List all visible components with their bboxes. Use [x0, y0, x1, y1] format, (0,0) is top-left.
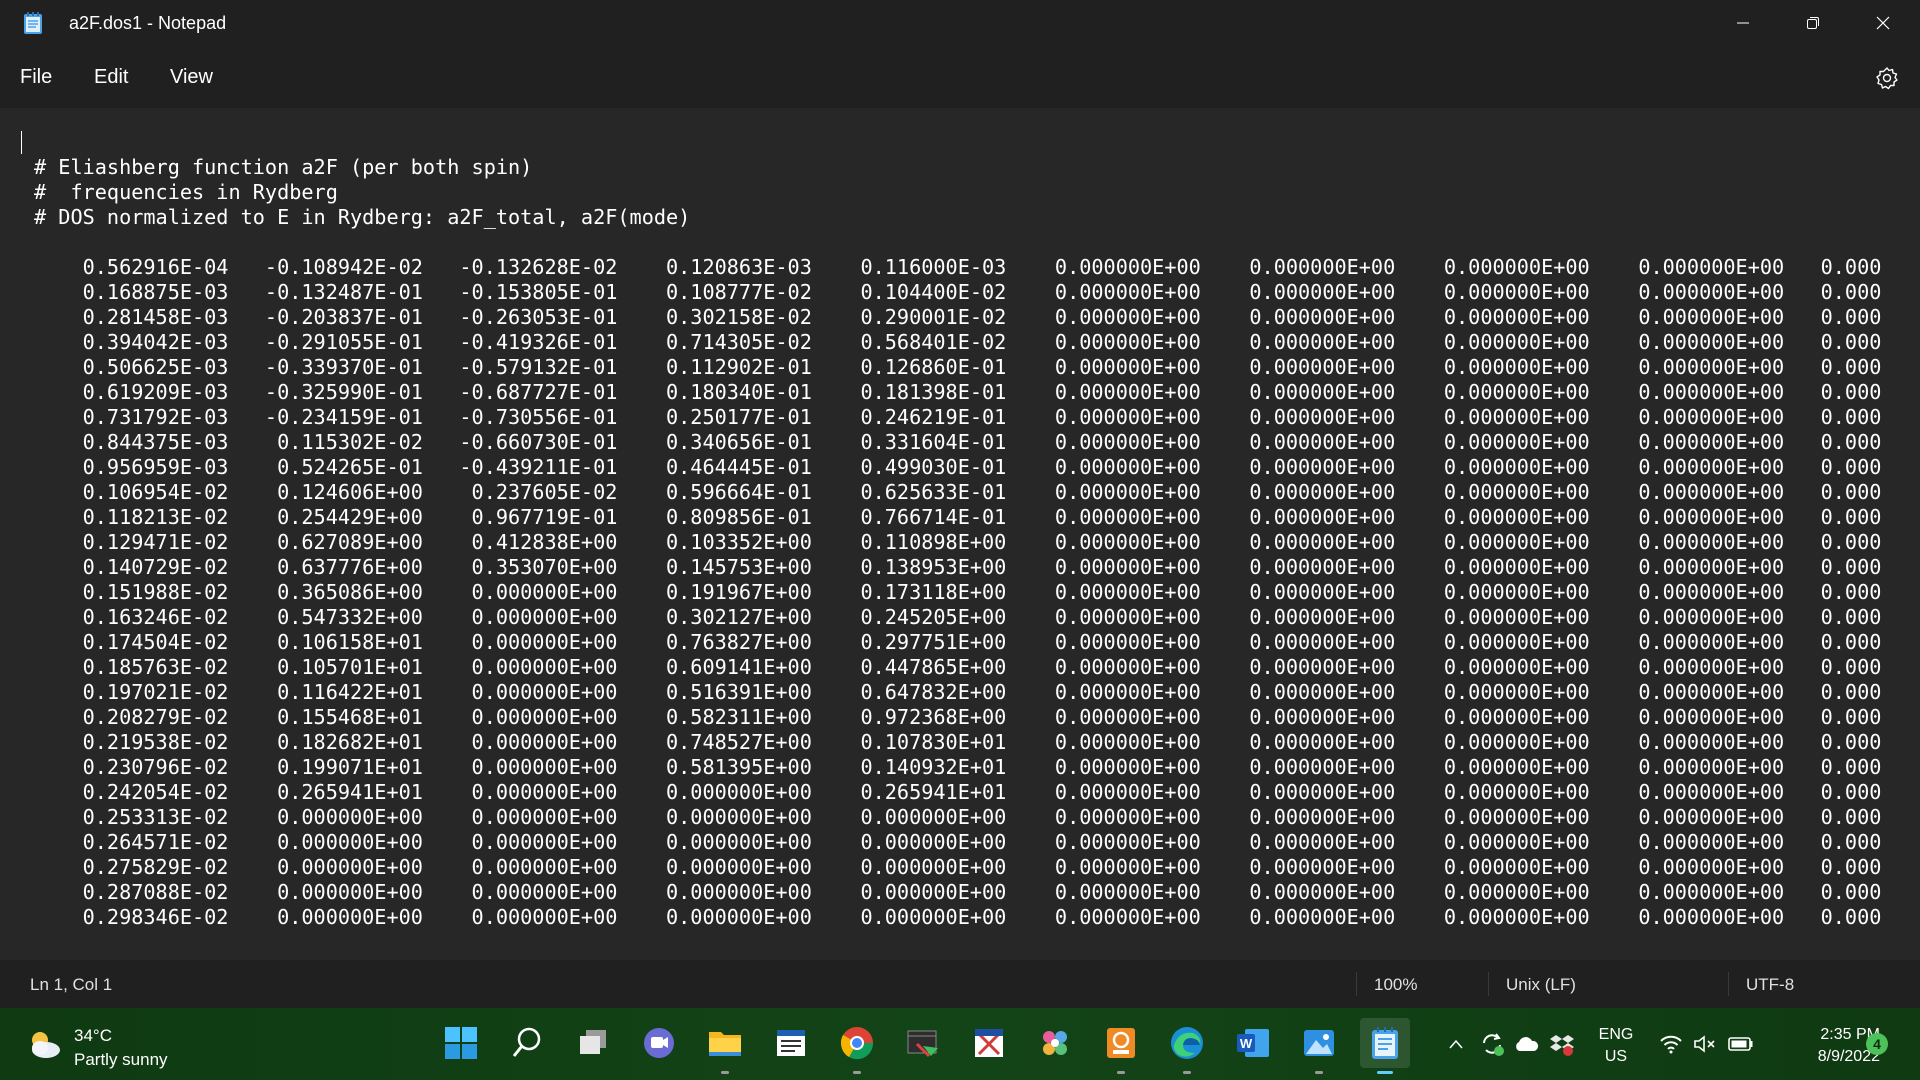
menu-file[interactable]: File [16, 66, 56, 89]
line-ending: Unix (LF) [1506, 975, 1576, 994]
word-button[interactable]: W [1228, 1018, 1278, 1068]
language-indicator[interactable]: ENG US [1596, 1024, 1636, 1068]
dropbox-tray-button[interactable] [1548, 1030, 1576, 1058]
menu-bar: File Edit View [0, 46, 1920, 108]
status-divider [1728, 972, 1729, 996]
sync-tray-button[interactable] [1478, 1030, 1506, 1058]
editor-content: # Eliashberg function a2F (per both spin… [34, 155, 1882, 929]
chevron-up-icon [1449, 1039, 1463, 1049]
running-indicator [1183, 1071, 1191, 1074]
close-icon [1876, 16, 1890, 30]
active-indicator [1377, 1071, 1393, 1074]
restore-icon [1807, 17, 1819, 29]
region-code: US [1604, 1048, 1628, 1065]
battery-icon [1728, 1037, 1753, 1051]
notepad-icon [22, 11, 44, 35]
encoding: UTF-8 [1746, 975, 1795, 994]
text-editor[interactable]: # Eliashberg function a2F (per both spin… [0, 108, 1920, 960]
pdf-app-icon [1107, 1028, 1135, 1058]
running-indicator [1117, 1071, 1125, 1074]
language-code: ENG [1598, 1026, 1634, 1043]
svg-text:W: W [1240, 1036, 1253, 1051]
clock-time: 2:35 PM [1820, 1026, 1880, 1043]
photos-icon [1304, 1030, 1334, 1056]
status-divider [1488, 972, 1489, 996]
minimize-button[interactable] [1708, 0, 1778, 46]
menu-edit[interactable]: Edit [90, 66, 132, 89]
pinwheel-app-icon [1043, 1031, 1067, 1055]
chrome-icon [840, 1027, 874, 1060]
wifi-icon [1660, 1035, 1682, 1054]
window-title: a2F.dos1 - Notepad [69, 13, 227, 33]
settings-button[interactable] [1873, 64, 1901, 92]
running-indicator [853, 1071, 861, 1074]
start-button[interactable] [436, 1018, 486, 1068]
start-icon [445, 1027, 477, 1059]
edge-icon [1171, 1027, 1203, 1059]
onedrive-tray-button[interactable] [1512, 1030, 1540, 1058]
word-icon: W [1237, 1029, 1269, 1057]
xps-viewer-icon [975, 1029, 1003, 1057]
clock-date: 8/9/2022 [1817, 1048, 1880, 1065]
pinwheel-app-button[interactable] [1030, 1018, 1080, 1068]
chrome-button[interactable] [832, 1018, 882, 1074]
text-caret [21, 131, 22, 154]
snipping-tool-button[interactable] [898, 1018, 948, 1068]
chat-button[interactable] [634, 1018, 684, 1068]
cloud-icon [1516, 1037, 1539, 1051]
photos-button[interactable] [1294, 1018, 1344, 1074]
file-explorer-icon [709, 1032, 741, 1056]
news-app-icon [777, 1030, 805, 1056]
status-bar: Ln 1, Col 1 100% Unix (LF) UTF-8 [0, 960, 1920, 1008]
show-hidden-icons-button[interactable] [1444, 1030, 1468, 1058]
running-indicator [721, 1071, 729, 1074]
weather-widget[interactable]: 34°C Partly sunny [26, 1022, 196, 1070]
pdf-app-button[interactable] [1096, 1018, 1146, 1074]
sync-icon [1483, 1033, 1504, 1056]
gear-icon [1876, 67, 1898, 90]
search-icon [512, 1027, 541, 1057]
partly-sunny-icon [32, 1032, 60, 1058]
notepad-icon [1372, 1027, 1398, 1059]
weather-description: Partly sunny [74, 1050, 168, 1069]
minimize-icon [1737, 22, 1749, 24]
weather-temperature: 34°C [74, 1026, 112, 1045]
taskbar: 34°C Partly sunny W ENG US 2:35 PM 8/9/2… [0, 1008, 1920, 1080]
snipping-tool-icon [907, 1030, 938, 1058]
chat-icon [644, 1028, 674, 1058]
dropbox-icon [1550, 1035, 1574, 1056]
task-view-icon [580, 1030, 606, 1054]
title-bar: a2F.dos1 - Notepad [0, 0, 1920, 46]
xps-viewer-button[interactable] [964, 1018, 1014, 1068]
edge-button[interactable] [1162, 1018, 1212, 1074]
clock[interactable]: 2:35 PM 8/9/2022 [1770, 1024, 1880, 1068]
battery-tray-button[interactable] [1726, 1030, 1756, 1058]
file-explorer-button[interactable] [700, 1018, 750, 1074]
status-divider [1356, 972, 1357, 996]
search-button[interactable] [502, 1018, 552, 1068]
notepad-taskbar-button[interactable] [1360, 1018, 1410, 1074]
cursor-position: Ln 1, Col 1 [30, 975, 113, 994]
menu-view[interactable]: View [166, 66, 217, 89]
news-app-button[interactable] [766, 1018, 816, 1068]
restore-button[interactable] [1778, 0, 1848, 46]
wifi-tray-button[interactable] [1656, 1030, 1686, 1058]
notification-badge[interactable]: 4 [1866, 1033, 1888, 1055]
volume-tray-button[interactable] [1690, 1030, 1720, 1058]
volume-muted-icon [1694, 1035, 1715, 1053]
task-view-button[interactable] [568, 1018, 618, 1068]
zoom-level: 100% [1374, 975, 1418, 994]
running-indicator [1315, 1071, 1323, 1074]
close-button[interactable] [1848, 0, 1918, 46]
